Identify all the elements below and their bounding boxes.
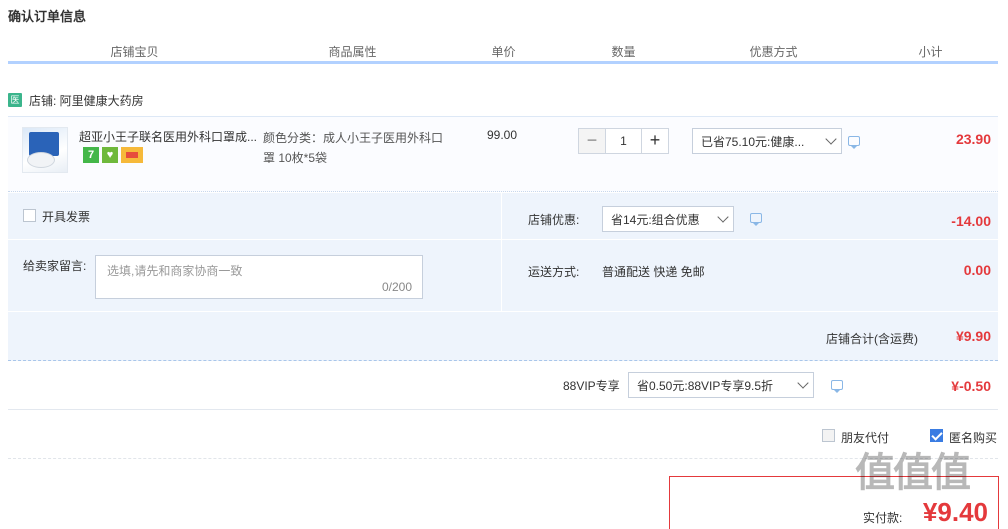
vip-discount-amount: ¥-0.50 [951,378,991,394]
col-shop-item: 店铺宝贝 [8,42,262,61]
friend-pay-checkbox[interactable] [822,429,835,442]
col-attributes: 商品属性 [262,42,444,61]
page-title: 确认订单信息 [8,9,87,24]
shop-name-link[interactable]: 店铺: 阿里健康大药房 [29,92,144,109]
order-options: 开具发票 给卖家留言: 选填,请先和商家协商一致 0/200 店铺优惠: 省14… [8,193,998,311]
product-attribute: 颜色分类：成人小王子医用外科口罩 10枚*5袋 [263,131,444,165]
order-item: 超亚小王子联名医用外科口罩成... 7 ♥ 颜色分类：成人小王子医用外科口罩 1… [8,116,998,192]
shop-discount-amount: -14.00 [951,213,991,229]
qty-input[interactable]: 1 [606,128,641,154]
col-discount: 优惠方式 [684,42,864,61]
col-price: 单价 [444,42,564,61]
qty-plus-button[interactable]: + [641,128,669,154]
shop-total: 店铺合计(含运费) ¥9.90 [8,311,998,361]
invoice-checkbox[interactable] [23,209,36,222]
qty-minus-button[interactable]: − [578,128,606,154]
gift-icon[interactable]: ♥ [102,147,118,163]
seven-day-return-icon[interactable]: 7 [83,147,99,163]
comment-icon[interactable] [848,136,860,149]
product-thumbnail[interactable] [22,127,68,173]
chevron-down-icon [795,373,813,397]
item-discount-select[interactable]: 已省75.10元:健康... [692,128,842,154]
watermark-logo: 值值值 [855,451,971,495]
shop-discount-label: 店铺优惠: [528,213,580,227]
card-icon[interactable] [121,147,143,163]
shop-total-value: ¥9.90 [955,328,991,344]
product-title-link[interactable]: 超亚小王子联名医用外科口罩成... [79,128,259,145]
chevron-down-icon [715,207,733,231]
col-subtotal: 小计 [864,42,998,61]
pay-label: 实付款: [863,511,903,525]
pay-amount: ¥9.40 [922,497,988,527]
comment-icon[interactable] [750,213,762,226]
unit-price: 99.00 [487,128,518,142]
vip-discount-row: 88VIP专享 省0.50元:88VIP专享9.5折 ¥-0.50 [8,362,998,410]
shipping-label: 运送方式: [528,265,580,279]
service-badges: 7 ♥ [83,147,143,163]
memo-textarea[interactable]: 选填,请先和商家协商一致 0/200 [95,255,423,299]
quantity-stepper: − 1 + [578,128,669,154]
memo-counter: 0/200 [381,280,412,294]
vip-discount-select[interactable]: 省0.50元:88VIP专享9.5折 [628,372,814,398]
vip-label: 88VIP专享 [563,379,620,393]
chevron-down-icon [823,129,841,153]
col-quantity: 数量 [564,42,684,61]
invoice-label: 开具发票 [42,210,91,224]
column-header: 店铺宝贝 商品属性 单价 数量 优惠方式 小计 [8,42,998,64]
payment-options-row: 朋友代付 匿名购买 [8,411,998,459]
memo-placeholder: 选填,请先和商家协商一致 [107,264,243,278]
item-subtotal: 23.90 [955,131,991,147]
shipping-method: 普通配送 快递 免邮 [602,265,705,279]
shop-total-label: 店铺合计(含运费) [826,332,918,346]
shop-discount-select[interactable]: 省14元:组合优惠 [602,206,734,232]
memo-label: 给卖家留言: [23,259,87,273]
shop-header: 医 店铺: 阿里健康大药房 [8,90,144,110]
comment-icon[interactable] [831,380,843,393]
shipping-amount: 0.00 [963,262,991,278]
pharmacy-icon: 医 [8,93,22,107]
